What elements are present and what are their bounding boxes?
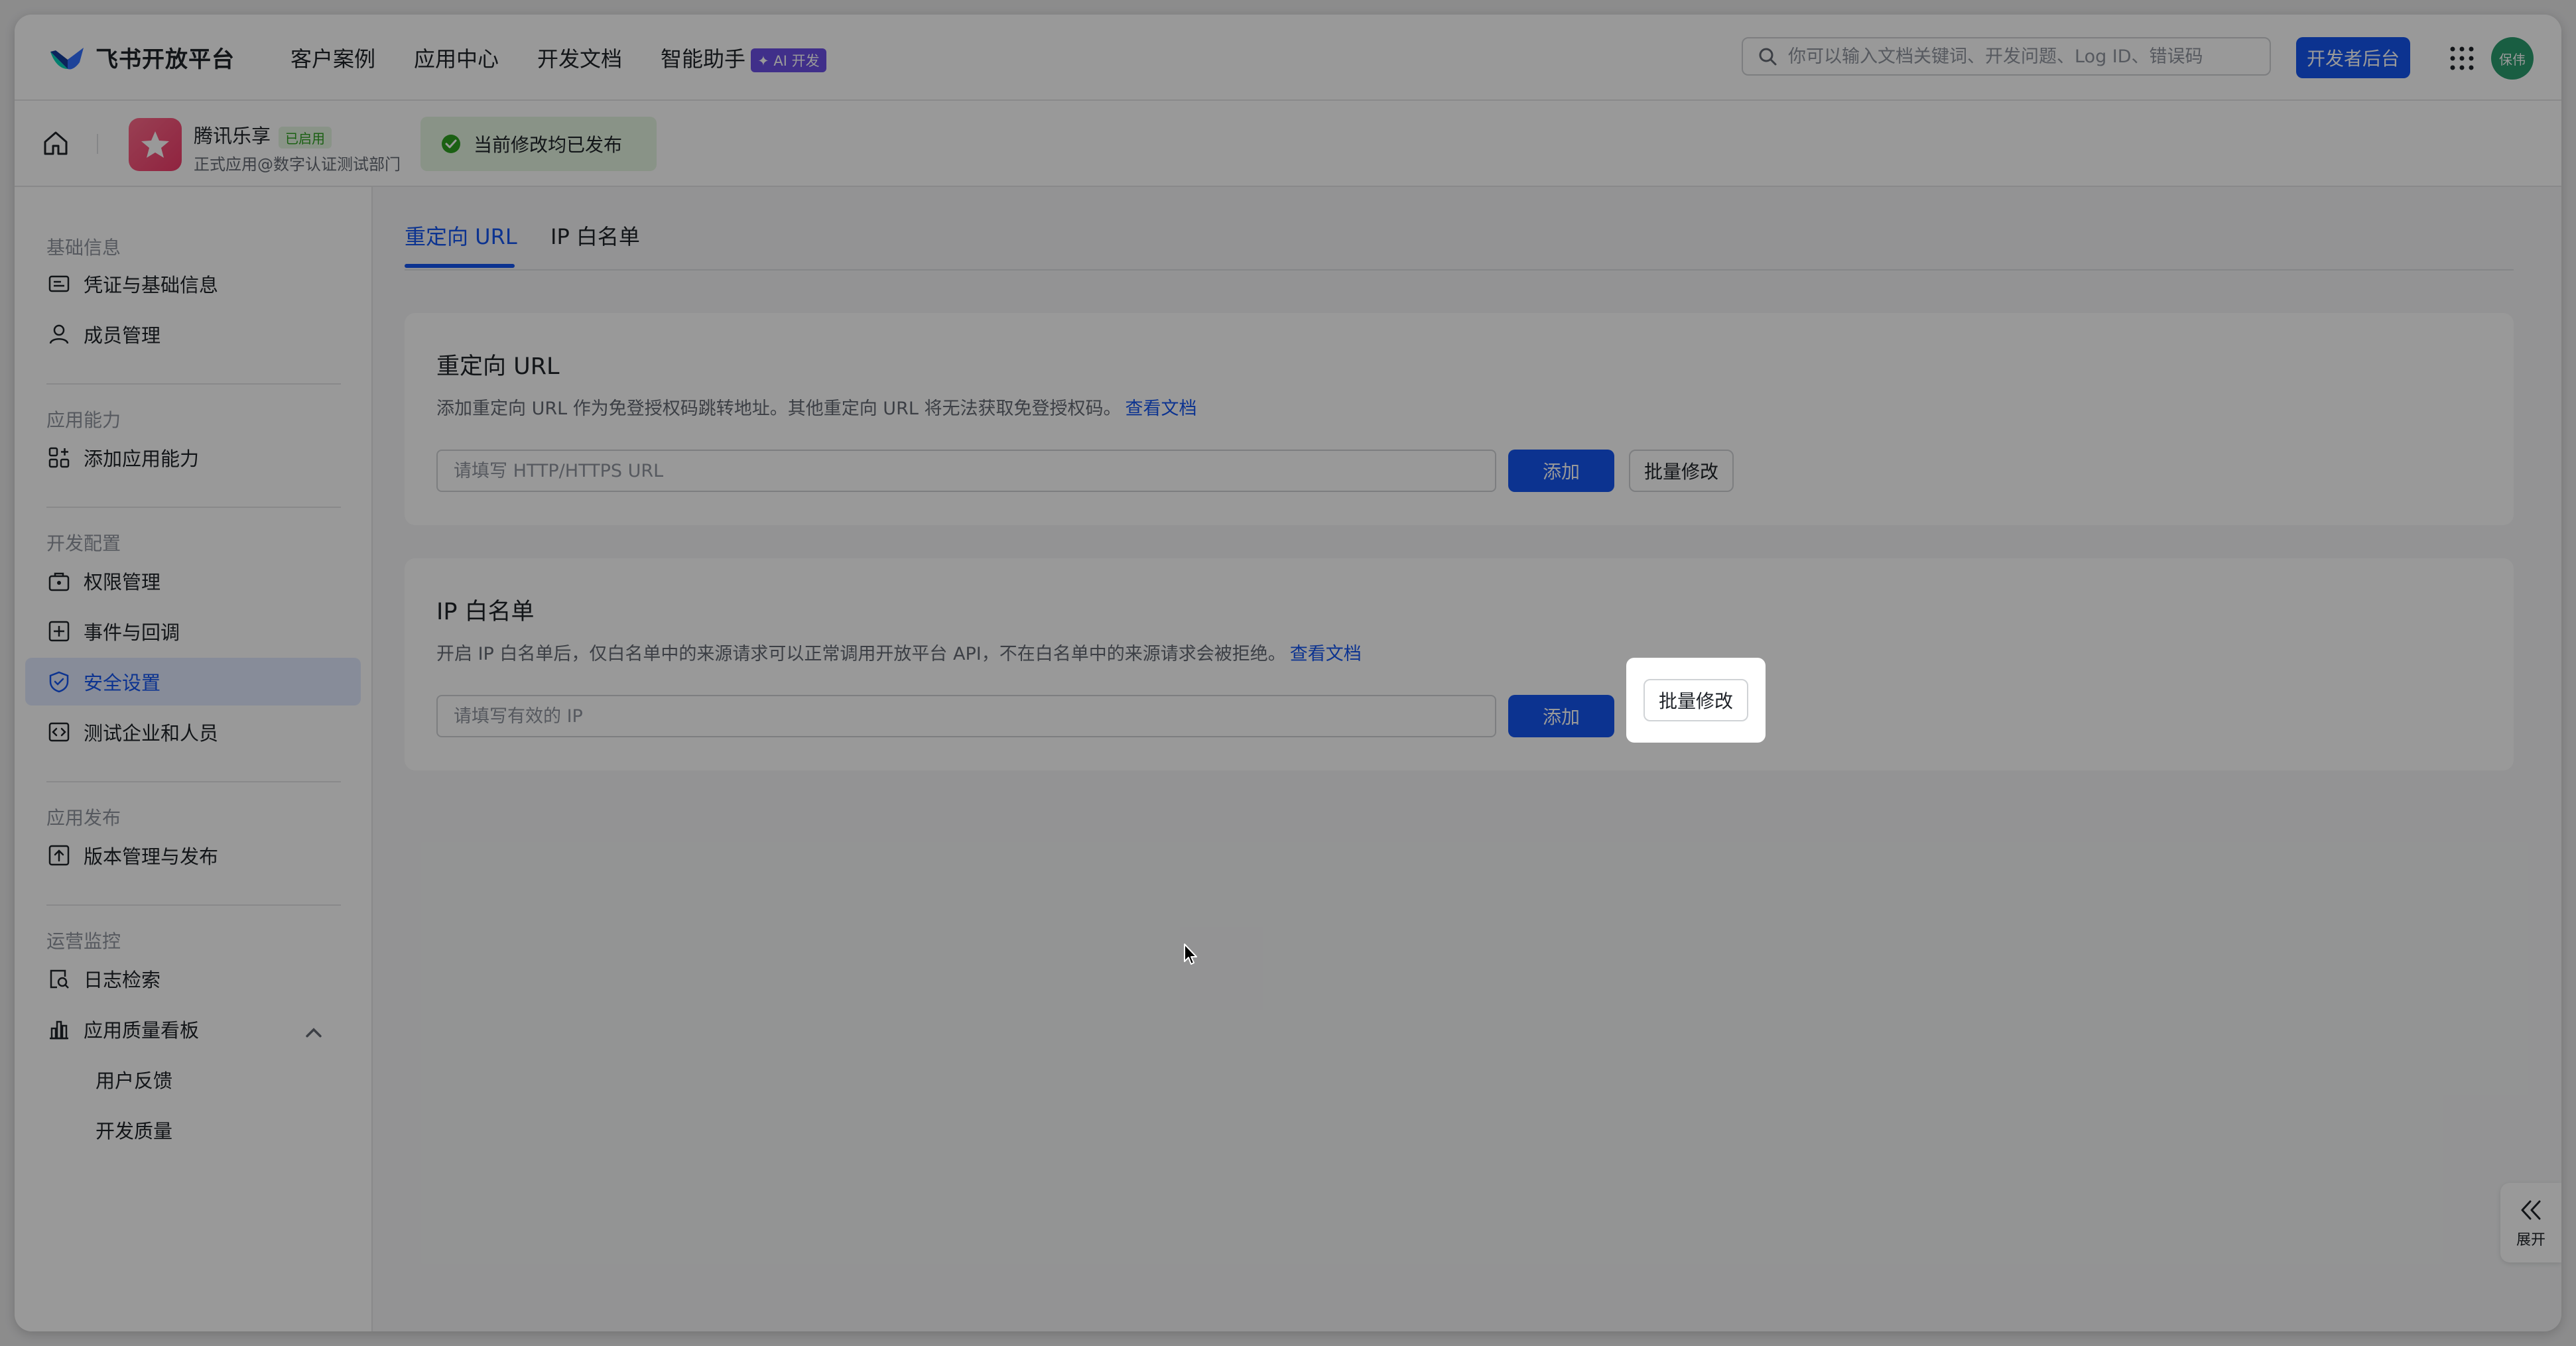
- brand-name: 飞书开放平台: [96, 46, 235, 73]
- tab-bar: 重定向 URL IP 白名单: [405, 187, 2514, 271]
- redirect-url-title: 重定向 URL: [436, 353, 560, 380]
- redirect-url-add-button[interactable]: 添加: [1508, 450, 1614, 492]
- sidebar-item-add-capability[interactable]: 添加应用能力: [25, 434, 361, 481]
- credential-icon: [48, 275, 70, 292]
- code-icon: [48, 722, 70, 742]
- publish-status-banner: 当前修改均已发布: [420, 117, 657, 171]
- shield-icon: [49, 671, 69, 693]
- nav-ai-assistant-label: 智能助手: [661, 46, 746, 72]
- nav-dev-docs[interactable]: 开发文档: [537, 42, 622, 73]
- sidebar-item-label: 安全设置: [84, 672, 161, 694]
- redirect-url-card: 重定向 URL 添加重定向 URL 作为免登授权码跳转地址。其他重定向 URL …: [405, 313, 2514, 525]
- ip-whitelist-input[interactable]: [436, 695, 1496, 737]
- ip-whitelist-card: IP 白名单 开启 IP 白名单后，仅白名单中的来源请求可以正常调用开放平台 A…: [405, 558, 2514, 770]
- redirect-url-desc: 添加重定向 URL 作为免登授权码跳转地址。其他重定向 URL 将无法获取免登授…: [436, 394, 1196, 420]
- sidebar-item-quality-board[interactable]: 应用质量看板: [25, 1005, 361, 1053]
- bar-chart-icon: [50, 1020, 68, 1040]
- app-name: 腾讯乐享 已启用: [194, 121, 332, 149]
- tab-ip-whitelist[interactable]: IP 白名单: [550, 220, 640, 251]
- sidebar-item-versions[interactable]: 版本管理与发布: [25, 831, 361, 879]
- sidebar-item-permissions[interactable]: 权限管理: [25, 557, 361, 605]
- developer-console-button[interactable]: 开发者后台: [2296, 37, 2410, 78]
- sidebar-group-app-capability: 应用能力: [46, 409, 121, 431]
- sidebar-item-test-tenants[interactable]: 测试企业和人员: [25, 708, 361, 756]
- status-badge: 已启用: [279, 126, 332, 149]
- sidebar-item-label: 凭证与基础信息: [84, 274, 219, 296]
- check-circle-icon: [442, 135, 460, 153]
- sidebar-item-events[interactable]: 事件与回调: [25, 607, 361, 655]
- ip-whitelist-desc-text: 开启 IP 白名单后，仅白名单中的来源请求可以正常调用开放平台 API，不在白名…: [436, 644, 1286, 664]
- tab-active-indicator: [405, 264, 515, 268]
- nav-ai-assistant[interactable]: 智能助手 ✦ AI 开发: [661, 42, 826, 73]
- chevron-up-icon[interactable]: [302, 1021, 325, 1044]
- permission-icon: [48, 572, 70, 591]
- sidebar-item-label: 成员管理: [84, 324, 161, 347]
- ai-dev-badge: ✦ AI 开发: [751, 48, 826, 72]
- redirect-url-doc-link[interactable]: 查看文档: [1125, 398, 1196, 419]
- mouse-cursor-icon: [1184, 944, 1197, 965]
- app-icon: [129, 118, 182, 171]
- main-content: 重定向 URL IP 白名单 重定向 URL 添加重定向 URL 作为免登授权码…: [373, 187, 2561, 1331]
- sidebar-group-release: 应用发布: [46, 807, 121, 829]
- nav-customer-cases[interactable]: 客户案例: [290, 42, 375, 73]
- sidebar-item-log-search[interactable]: 日志检索: [25, 955, 361, 1003]
- user-icon: [49, 324, 69, 344]
- app-name-text: 腾讯乐享: [194, 125, 271, 147]
- ip-whitelist-batch-edit-button[interactable]: 批量修改: [1643, 679, 1748, 721]
- search-box[interactable]: [1742, 37, 2271, 76]
- sidebar-group-dev-config: 开发配置: [46, 532, 121, 554]
- sidebar-item-label: 添加应用能力: [84, 448, 200, 470]
- nav-app-center[interactable]: 应用中心: [414, 42, 499, 73]
- sidebar: 基础信息 凭证与基础信息 成员管理 应用能力 添加应用能力 开发配置 权限管理 …: [15, 187, 373, 1331]
- search-input[interactable]: [1787, 45, 2254, 68]
- browser-window: 飞书开放平台 客户案例 应用中心 开发文档 智能助手✦ AI 开发 开发者后台 …: [15, 15, 2561, 1331]
- sidebar-item-credentials[interactable]: 凭证与基础信息: [25, 260, 361, 308]
- double-chevron-left-icon: [2521, 1200, 2541, 1220]
- sidebar-divider: [46, 507, 341, 508]
- top-navbar: 飞书开放平台 客户案例 应用中心 开发文档 智能助手✦ AI 开发 开发者后台 …: [15, 15, 2561, 101]
- sidebar-group-basic-info: 基础信息: [46, 237, 121, 259]
- sidebar-item-security[interactable]: 安全设置: [25, 658, 361, 705]
- sidebar-item-members[interactable]: 成员管理: [25, 310, 361, 358]
- ip-whitelist-doc-link[interactable]: 查看文档: [1290, 644, 1362, 664]
- sidebar-item-label: 版本管理与发布: [84, 845, 219, 868]
- sidebar-item-user-feedback[interactable]: 用户反馈: [25, 1056, 361, 1103]
- redirect-url-input[interactable]: [436, 450, 1496, 492]
- sidebar-item-label: 事件与回调: [84, 621, 180, 644]
- sidebar-divider: [46, 383, 341, 385]
- sidebar-item-label: 权限管理: [84, 571, 161, 593]
- sidebar-group-ops: 运营监控: [46, 930, 121, 952]
- ip-whitelist-title: IP 白名单: [436, 599, 535, 625]
- ip-whitelist-add-button[interactable]: 添加: [1508, 695, 1614, 737]
- log-search-icon: [50, 969, 69, 989]
- upload-icon: [48, 845, 70, 866]
- redirect-url-batch-edit-button[interactable]: 批量修改: [1629, 450, 1734, 492]
- tab-redirect-url[interactable]: 重定向 URL: [405, 220, 517, 251]
- search-icon: [1759, 48, 1777, 66]
- sidebar-item-label: 测试企业和人员: [84, 722, 219, 745]
- brand-logo[interactable]: 飞书开放平台: [48, 41, 235, 74]
- sidebar-item-dev-quality[interactable]: 开发质量: [25, 1106, 361, 1154]
- highlight-spotlight: 批量修改: [1626, 658, 1766, 743]
- ip-whitelist-desc: 开启 IP 白名单后，仅白名单中的来源请求可以正常调用开放平台 API，不在白名…: [436, 639, 1362, 665]
- sidebar-item-label: 日志检索: [84, 969, 161, 991]
- event-icon: [48, 621, 70, 642]
- home-icon[interactable]: [41, 129, 70, 158]
- apps-grid-icon[interactable]: [2449, 45, 2475, 72]
- publish-status-text: 当前修改均已发布: [474, 134, 623, 156]
- app-subtitle: 正式应用@数字认证测试部门: [194, 155, 401, 174]
- sidebar-divider: [46, 904, 341, 906]
- sidebar-divider: [46, 781, 341, 782]
- grid-plus-icon: [48, 447, 70, 468]
- app-bar: 腾讯乐享 已启用 正式应用@数字认证测试部门 当前修改均已发布: [15, 101, 2561, 187]
- sidebar-item-label: 应用质量看板: [84, 1019, 200, 1042]
- appbar-divider: [97, 134, 98, 154]
- star-icon: [141, 131, 169, 158]
- expand-label: 展开: [2516, 1232, 2545, 1249]
- top-nav: 客户案例 应用中心 开发文档 智能助手 ✦ AI 开发: [290, 42, 865, 73]
- user-avatar[interactable]: 保伟: [2491, 37, 2534, 80]
- feishu-logo-icon: [50, 47, 84, 70]
- expand-panel-button[interactable]: 展开: [2500, 1183, 2561, 1262]
- redirect-url-desc-text: 添加重定向 URL 作为免登授权码跳转地址。其他重定向 URL 将无法获取免登授…: [436, 398, 1122, 419]
